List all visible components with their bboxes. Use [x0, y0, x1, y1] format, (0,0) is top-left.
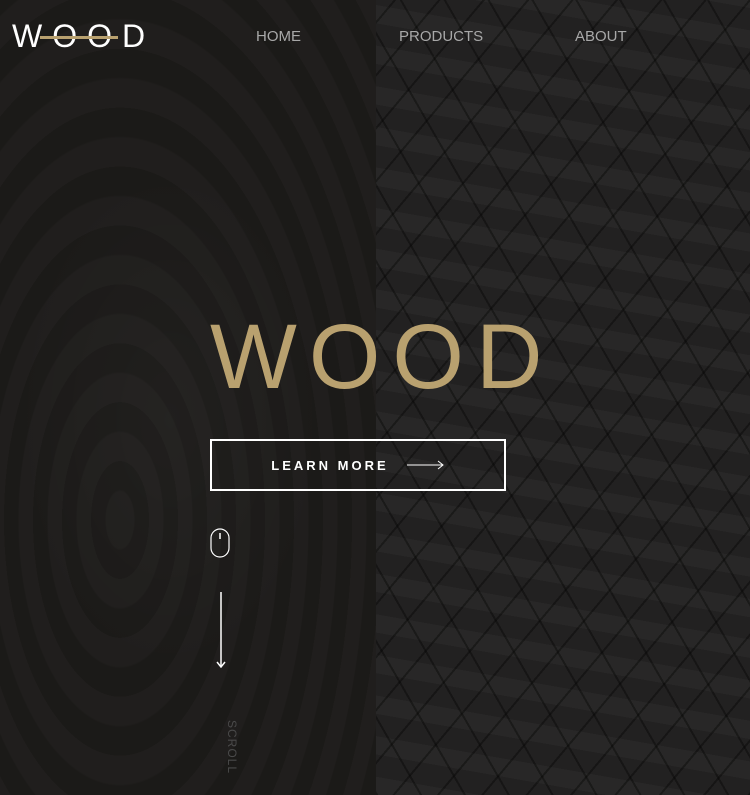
- main-nav: HOME PRODUCTS ABOUT: [0, 28, 750, 48]
- arrow-down-icon[interactable]: [214, 592, 228, 669]
- learn-more-label: LEARN MORE: [271, 457, 389, 473]
- scroll-label: SCROLL: [225, 719, 240, 775]
- hero-title: WOOD: [210, 306, 555, 408]
- mouse-icon: [210, 528, 230, 558]
- nav-home-link[interactable]: HOME: [256, 28, 301, 45]
- nav-products-link[interactable]: PRODUCTS: [399, 28, 483, 45]
- learn-more-button[interactable]: LEARN MORE: [210, 439, 506, 491]
- nav-about-link[interactable]: ABOUT: [575, 28, 627, 45]
- arrow-right-icon: [406, 458, 445, 473]
